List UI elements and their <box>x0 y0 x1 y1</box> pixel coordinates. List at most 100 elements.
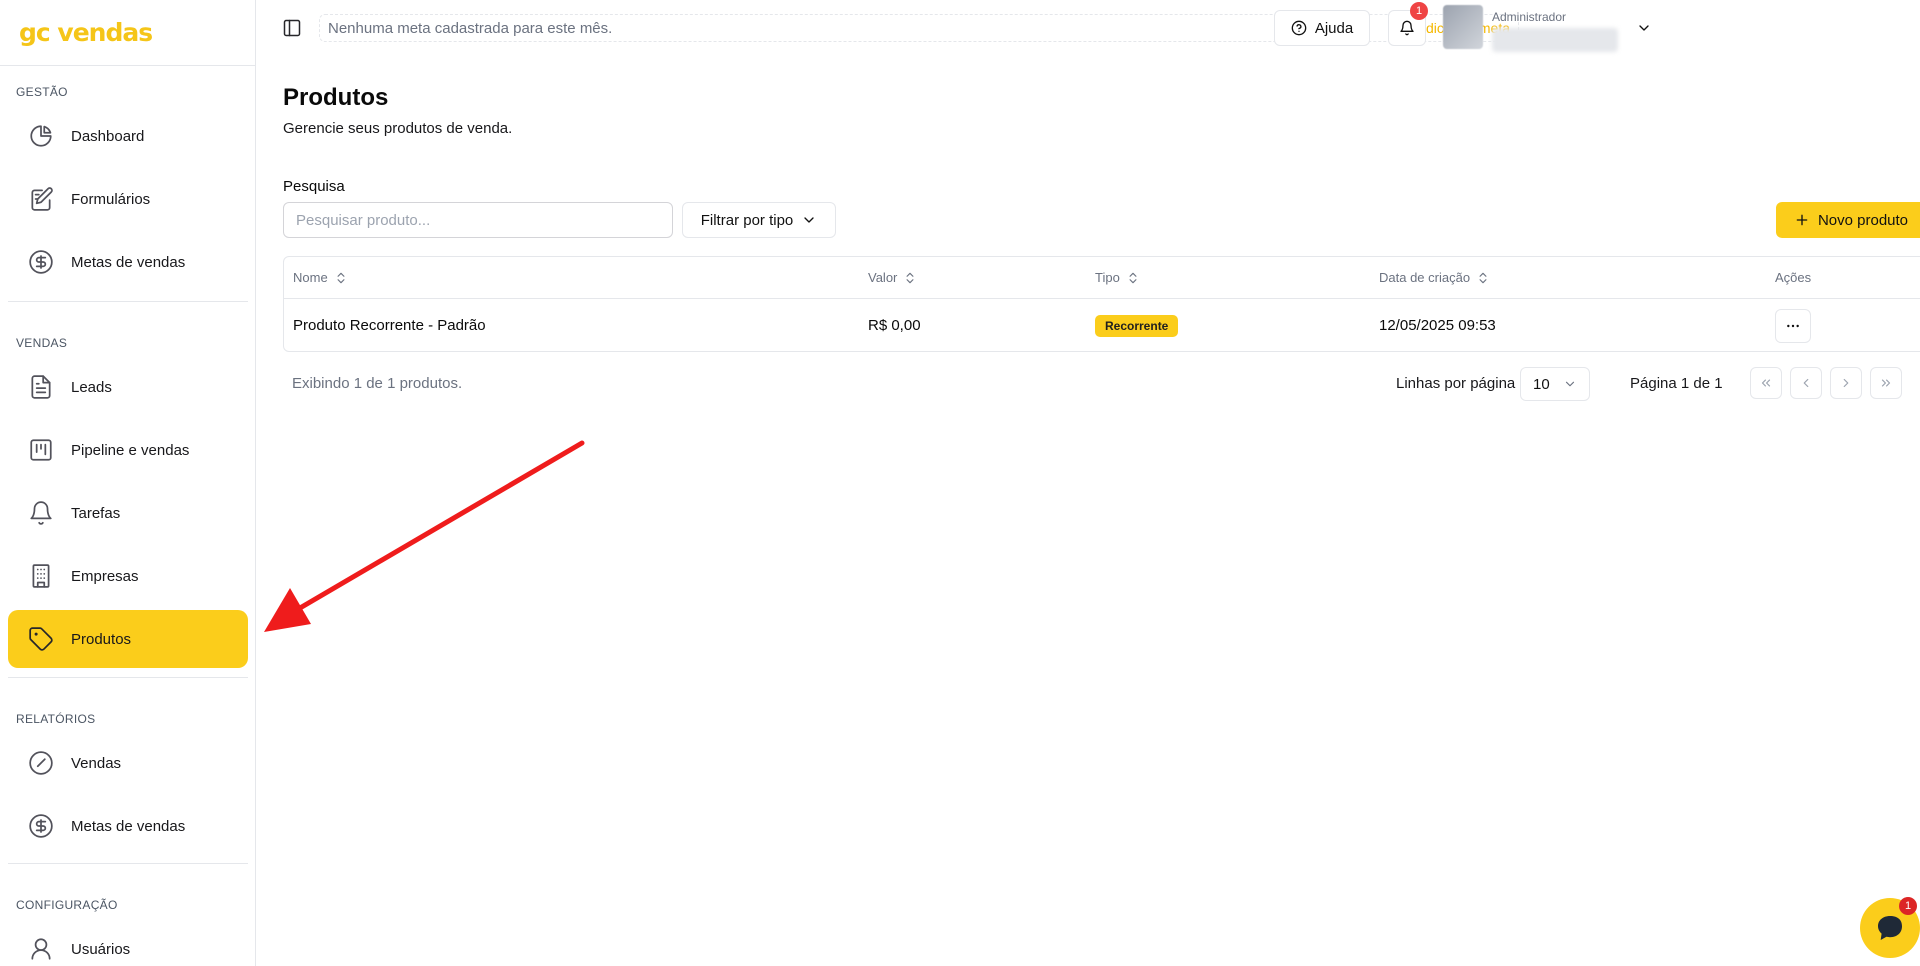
bell-icon <box>28 500 54 526</box>
goal-message: Nenhuma meta cadastrada para este mês. <box>328 19 613 37</box>
sidebar-item-label: Tarefas <box>71 504 121 522</box>
nav-group-title-vendas: VENDAS <box>16 336 68 350</box>
sidebar-item-label: Dashboard <box>71 127 145 145</box>
sidebar-divider <box>8 863 248 864</box>
sidebar-item-empresas[interactable]: Empresas <box>8 547 248 605</box>
products-table: Nome Valor Tipo Data de criação Ações Pr… <box>283 256 1920 352</box>
logo[interactable]: gc vendas <box>0 0 255 66</box>
user-role: Administrador <box>1492 10 1567 24</box>
sidebar-item-tarefas[interactable]: Tarefas <box>8 484 248 542</box>
page-title: Produtos <box>283 84 389 111</box>
column-label: Data de criação <box>1379 270 1471 285</box>
cell-data: 12/05/2025 09:53 <box>1379 317 1496 334</box>
pie-chart-icon <box>28 123 54 149</box>
cell-valor: R$ 0,00 <box>868 317 921 334</box>
first-page-button[interactable] <box>1750 367 1782 399</box>
column-label: Nome <box>293 270 328 285</box>
sidebar-item-label: Usuários <box>71 940 131 958</box>
dollar-circle-icon <box>28 813 54 839</box>
chevrons-left-icon <box>1759 376 1773 390</box>
column-label: Valor <box>868 270 898 285</box>
form-edit-icon <box>28 186 54 212</box>
sort-icon <box>1476 271 1490 285</box>
sidebar-item-label: Metas de vendas <box>71 817 186 835</box>
tag-icon <box>28 626 54 652</box>
cell-tipo: Recorrente <box>1095 299 1179 352</box>
sort-icon <box>1126 271 1140 285</box>
sidebar-item-label: Vendas <box>71 754 122 772</box>
cell-nome: Produto Recorrente - Padrão <box>293 317 486 334</box>
sidebar-item-label: Metas de vendas <box>71 253 186 271</box>
search-label: Pesquisa <box>283 178 345 195</box>
kanban-icon <box>28 437 54 463</box>
sidebar-divider <box>8 301 248 302</box>
sidebar: gc vendas GESTÃO Dashboard Formulários M… <box>0 0 256 966</box>
nav-group-title-gestao: GESTÃO <box>16 85 68 99</box>
gauge-icon <box>28 750 54 776</box>
last-page-button[interactable] <box>1870 367 1902 399</box>
chevron-right-icon <box>1839 376 1853 390</box>
filter-by-type-button[interactable]: Filtrar por tipo <box>682 202 836 238</box>
more-horizontal-icon <box>1785 318 1801 334</box>
sidebar-toggle-icon[interactable] <box>282 18 302 38</box>
column-header-valor[interactable]: Valor <box>868 257 917 298</box>
sidebar-item-pipeline-e-vendas[interactable]: Pipeline e vendas <box>8 421 248 479</box>
user-icon <box>28 936 54 962</box>
sidebar-divider <box>8 677 248 678</box>
help-button[interactable]: Ajuda <box>1274 10 1370 46</box>
bell-icon <box>1399 20 1415 36</box>
column-header-tipo[interactable]: Tipo <box>1095 257 1140 298</box>
sidebar-item-metas-de-vendas[interactable]: Metas de vendas <box>8 233 248 291</box>
sidebar-item-dashboard[interactable]: Dashboard <box>8 107 248 165</box>
avatar[interactable] <box>1443 5 1483 49</box>
rows-per-page-value: 10 <box>1533 375 1550 393</box>
sidebar-item-label: Pipeline e vendas <box>71 441 190 459</box>
notification-count-badge: 1 <box>1410 2 1428 20</box>
chat-bubble-icon <box>1874 912 1906 944</box>
search-input[interactable] <box>283 202 673 238</box>
new-product-button[interactable]: Novo produto <box>1776 202 1920 238</box>
chevron-down-icon[interactable] <box>1636 20 1652 36</box>
help-button-label: Ajuda <box>1314 19 1354 37</box>
dollar-circle-icon <box>28 249 54 275</box>
chevron-left-icon <box>1799 376 1813 390</box>
sidebar-item-label: Leads <box>71 378 112 396</box>
chevron-down-icon <box>801 212 817 228</box>
sidebar-item-relatorio-metas-de-vendas[interactable]: Metas de vendas <box>8 797 248 855</box>
column-label: Ações <box>1775 270 1812 285</box>
sidebar-item-leads[interactable]: Leads <box>8 358 248 416</box>
logo-text: gc vendas <box>19 18 153 47</box>
previous-page-button[interactable] <box>1790 367 1822 399</box>
plus-icon <box>1794 212 1810 228</box>
user-name-redacted <box>1492 28 1618 52</box>
sidebar-item-label: Empresas <box>71 567 139 585</box>
sidebar-item-vendas[interactable]: Vendas <box>8 734 248 792</box>
column-header-acoes: Ações <box>1775 257 1811 298</box>
help-circle-icon <box>1291 20 1307 36</box>
sidebar-item-formularios[interactable]: Formulários <box>8 170 248 228</box>
new-product-label: Novo produto <box>1817 211 1909 229</box>
sidebar-item-usuarios[interactable]: Usuários <box>8 920 248 966</box>
filter-button-label: Filtrar por tipo <box>700 211 794 229</box>
nav-group-title-relatorios: RELATÓRIOS <box>16 712 96 726</box>
page-subtitle: Gerencie seus produtos de venda. <box>283 120 513 137</box>
row-actions-button[interactable] <box>1775 308 1811 343</box>
top-header: Nenhuma meta cadastrada para este mês. +… <box>257 0 1920 56</box>
page-indicator: Página 1 de 1 <box>1630 375 1723 392</box>
rows-per-page-select[interactable]: 10 <box>1520 367 1590 401</box>
sidebar-item-label: Formulários <box>71 190 151 208</box>
chat-notification-badge: 1 <box>1899 897 1917 915</box>
annotation-arrow <box>264 440 585 632</box>
sidebar-item-label: Produtos <box>71 630 132 648</box>
next-page-button[interactable] <box>1830 367 1862 399</box>
sort-icon <box>903 271 917 285</box>
chevron-down-icon <box>1563 377 1577 391</box>
column-header-nome[interactable]: Nome <box>293 257 348 298</box>
results-info: Exibindo 1 de 1 produtos. <box>292 375 463 392</box>
document-icon <box>28 374 54 400</box>
building-icon <box>28 563 54 589</box>
column-header-data-de-criacao[interactable]: Data de criação <box>1379 257 1490 298</box>
sidebar-item-produtos[interactable]: Produtos <box>8 610 248 668</box>
chevrons-right-icon <box>1879 376 1893 390</box>
cell-acoes <box>1775 299 1811 352</box>
